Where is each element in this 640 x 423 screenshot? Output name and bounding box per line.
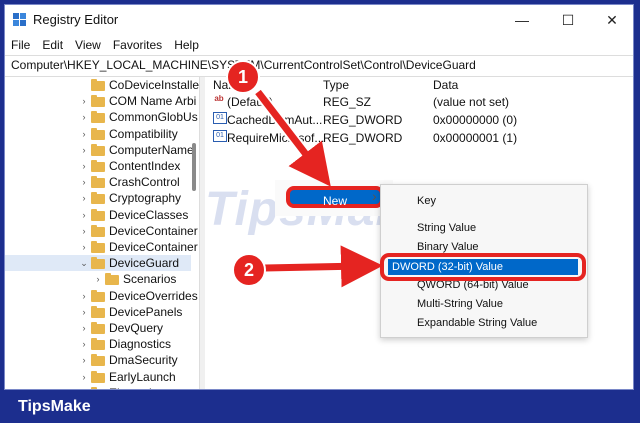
screenshot-frame: Registry Editor — ☐ ✕ File Edit View Fav…	[0, 0, 640, 423]
callout-arrows	[253, 88, 383, 288]
arrow-2-icon	[264, 245, 383, 288]
footer-brand: TipsMake	[18, 398, 91, 415]
step-2-badge: 2	[232, 253, 266, 287]
step-1-badge: 1	[226, 60, 260, 94]
arrow-1-icon	[253, 88, 331, 187]
footer-bar: TipsMake	[0, 390, 640, 423]
